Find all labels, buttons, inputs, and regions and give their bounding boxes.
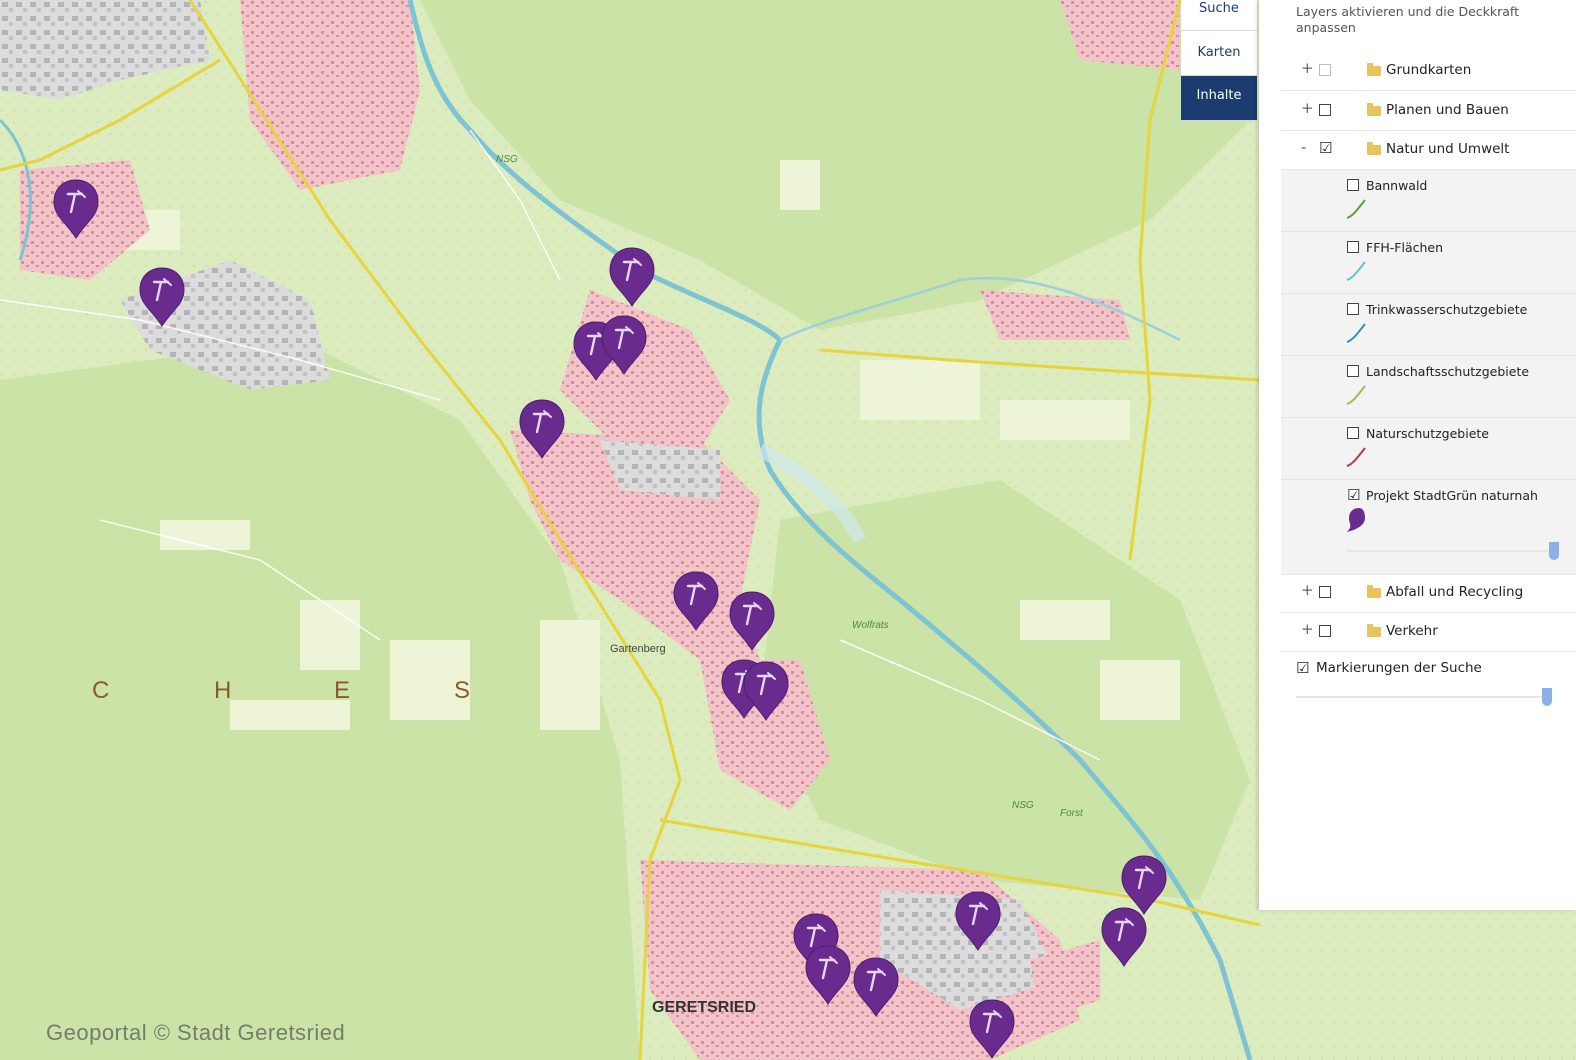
map-label-forest-c: C — [92, 677, 109, 704]
map-label-nsg-1: NSG — [496, 154, 518, 165]
line-style-icon — [1346, 261, 1366, 281]
layer-item-landschaftsschutzgebiete[interactable]: Landschaftsschutzgebiete — [1281, 356, 1576, 418]
layer-group-label: Abfall und Recycling — [1386, 584, 1524, 600]
folder-icon — [1367, 63, 1381, 76]
layer-item-label: Trinkwasserschutzgebiete — [1366, 302, 1528, 317]
layer-panel-hint: Layers aktivieren und die Deckkraft anpa… — [1296, 4, 1519, 35]
slider-thumb[interactable] — [1542, 688, 1552, 706]
map-label-wolfrats: Wolfrats — [852, 620, 889, 631]
layer-item-label: FFH-Flächen — [1366, 240, 1444, 255]
opacity-slider[interactable] — [1347, 542, 1559, 560]
layer-checkbox[interactable] — [1319, 64, 1331, 76]
folder-icon — [1367, 142, 1381, 155]
expand-toggle[interactable]: + — [1301, 581, 1314, 599]
map-label-nsg-2: NSG — [1012, 800, 1034, 811]
folder-icon — [1367, 103, 1381, 116]
layer-group-grundkarten[interactable]: + Grundkarten — [1281, 52, 1576, 91]
layer-group-abfall-und-recycling[interactable]: + Abfall und Recycling — [1281, 574, 1576, 613]
layer-checkbox[interactable] — [1347, 303, 1359, 315]
line-style-icon — [1346, 199, 1366, 219]
layer-checkbox-checked[interactable]: ☑ — [1296, 661, 1309, 676]
layer-group-planen-und-bauen[interactable]: + Planen und Bauen — [1281, 92, 1576, 131]
layer-checkbox-checked[interactable]: ☑ — [1319, 141, 1332, 156]
layer-item-label: Naturschutzgebiete — [1366, 426, 1489, 441]
layer-checkbox[interactable] — [1347, 365, 1359, 377]
slider-thumb[interactable] — [1549, 542, 1559, 560]
map-label-forst: Forst — [1060, 808, 1084, 819]
layer-checkbox[interactable] — [1347, 241, 1359, 253]
layer-checkbox-checked[interactable]: ☑ — [1347, 488, 1360, 503]
layer-panel: Layers aktivieren und die Deckkraft anpa… — [1259, 0, 1576, 910]
side-tab-bar: Suche Karten Inhalte — [1181, 0, 1257, 121]
layer-item-projekt-stadtgruen[interactable]: ☑ Projekt StadtGrün naturnah — [1281, 480, 1576, 575]
layer-checkbox[interactable] — [1319, 625, 1331, 637]
map-label-forest-h: H — [214, 677, 231, 704]
layer-checkbox[interactable] — [1347, 179, 1359, 191]
layer-group-label: Verkehr — [1386, 623, 1438, 639]
layer-item-label: Landschaftsschutzgebiete — [1366, 364, 1530, 379]
layer-item-ffh-flaechen[interactable]: FFH-Flächen — [1281, 232, 1576, 294]
expand-toggle[interactable]: + — [1301, 99, 1314, 117]
expand-toggle[interactable]: + — [1301, 59, 1314, 77]
hammer-pin-icon — [1347, 508, 1365, 532]
layer-checkbox[interactable] — [1319, 104, 1331, 116]
layer-item-trinkwasserschutzgebiete[interactable]: Trinkwasserschutzgebiete — [1281, 294, 1576, 356]
search-markers-label: Markierungen der Suche — [1316, 660, 1482, 676]
expand-toggle[interactable]: + — [1301, 620, 1314, 638]
map-label-forest-s: S — [454, 677, 470, 704]
layer-item-naturschutzgebiete[interactable]: Naturschutzgebiete — [1281, 418, 1576, 480]
layer-checkbox[interactable] — [1319, 586, 1331, 598]
map-label-gartenberg: Gartenberg — [610, 643, 666, 655]
folder-icon — [1367, 624, 1381, 637]
layer-group-label: Natur und Umwelt — [1386, 141, 1510, 157]
line-style-icon — [1346, 447, 1366, 467]
map-label-forest-e: E — [334, 677, 350, 704]
layer-group-natur-und-umwelt[interactable]: - ☑ Natur und Umwelt — [1281, 131, 1576, 170]
collapse-toggle[interactable]: - — [1301, 138, 1306, 156]
layer-checkbox[interactable] — [1347, 427, 1359, 439]
layer-group-label: Planen und Bauen — [1386, 102, 1509, 118]
layer-group-verkehr[interactable]: + Verkehr — [1281, 613, 1576, 652]
layer-group-label: Grundkarten — [1386, 62, 1472, 78]
map-label-geretsried: GERETSRIED — [652, 999, 756, 1016]
line-style-icon — [1346, 323, 1366, 343]
layer-item-bannwald[interactable]: Bannwald — [1281, 170, 1576, 232]
tab-inhalte[interactable]: Inhalte — [1181, 76, 1257, 121]
layer-item-label: Bannwald — [1366, 178, 1428, 193]
opacity-slider-search[interactable] — [1296, 688, 1552, 706]
folder-icon — [1367, 585, 1381, 598]
layer-item-label: Projekt StadtGrün naturnah — [1366, 488, 1538, 503]
tab-karten[interactable]: Karten — [1181, 31, 1257, 76]
map-attribution: Geoportal © Stadt Geretsried — [46, 1020, 346, 1045]
tab-suche[interactable]: Suche — [1181, 0, 1257, 31]
line-style-icon — [1346, 385, 1366, 405]
